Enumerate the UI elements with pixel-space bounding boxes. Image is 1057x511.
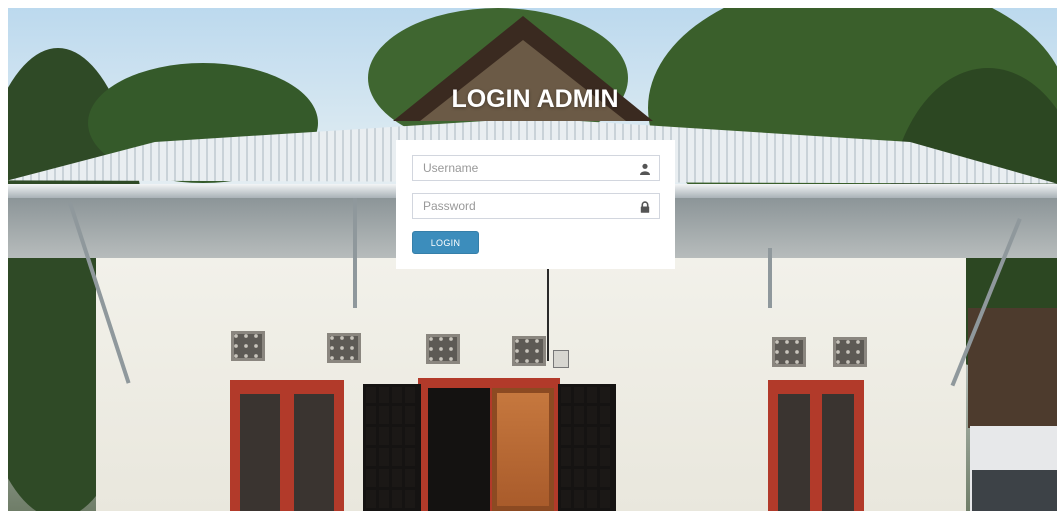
page-title: LOGIN ADMIN [451, 85, 619, 113]
login-panel: LOGIN [396, 140, 675, 269]
pickup-truck-bed [972, 470, 1057, 511]
window-right [768, 380, 864, 511]
iron-grille-door [363, 384, 421, 511]
wall-vent [833, 337, 867, 367]
user-icon [639, 162, 651, 175]
password-input[interactable] [413, 194, 659, 218]
password-field [412, 193, 660, 219]
shed [968, 308, 1057, 428]
wall-vent [772, 337, 806, 367]
door-opening [428, 388, 490, 511]
wall-vent [426, 334, 460, 364]
wooden-door [492, 388, 554, 511]
wall-vent [512, 336, 546, 366]
window-pane [822, 394, 854, 511]
roof-strut [768, 248, 772, 308]
window-pane [294, 394, 334, 511]
electric-meter [553, 350, 569, 368]
username-field [412, 155, 660, 181]
login-button[interactable]: LOGIN [412, 231, 479, 254]
wall-vent [327, 333, 361, 363]
roof-strut [353, 198, 357, 308]
electric-wire [547, 266, 549, 361]
window-left [230, 380, 344, 511]
username-input[interactable] [413, 156, 659, 180]
window-pane [240, 394, 280, 511]
window-pane [778, 394, 810, 511]
lock-icon [639, 200, 651, 213]
wall-vent [231, 331, 265, 361]
iron-grille-door [558, 384, 616, 511]
